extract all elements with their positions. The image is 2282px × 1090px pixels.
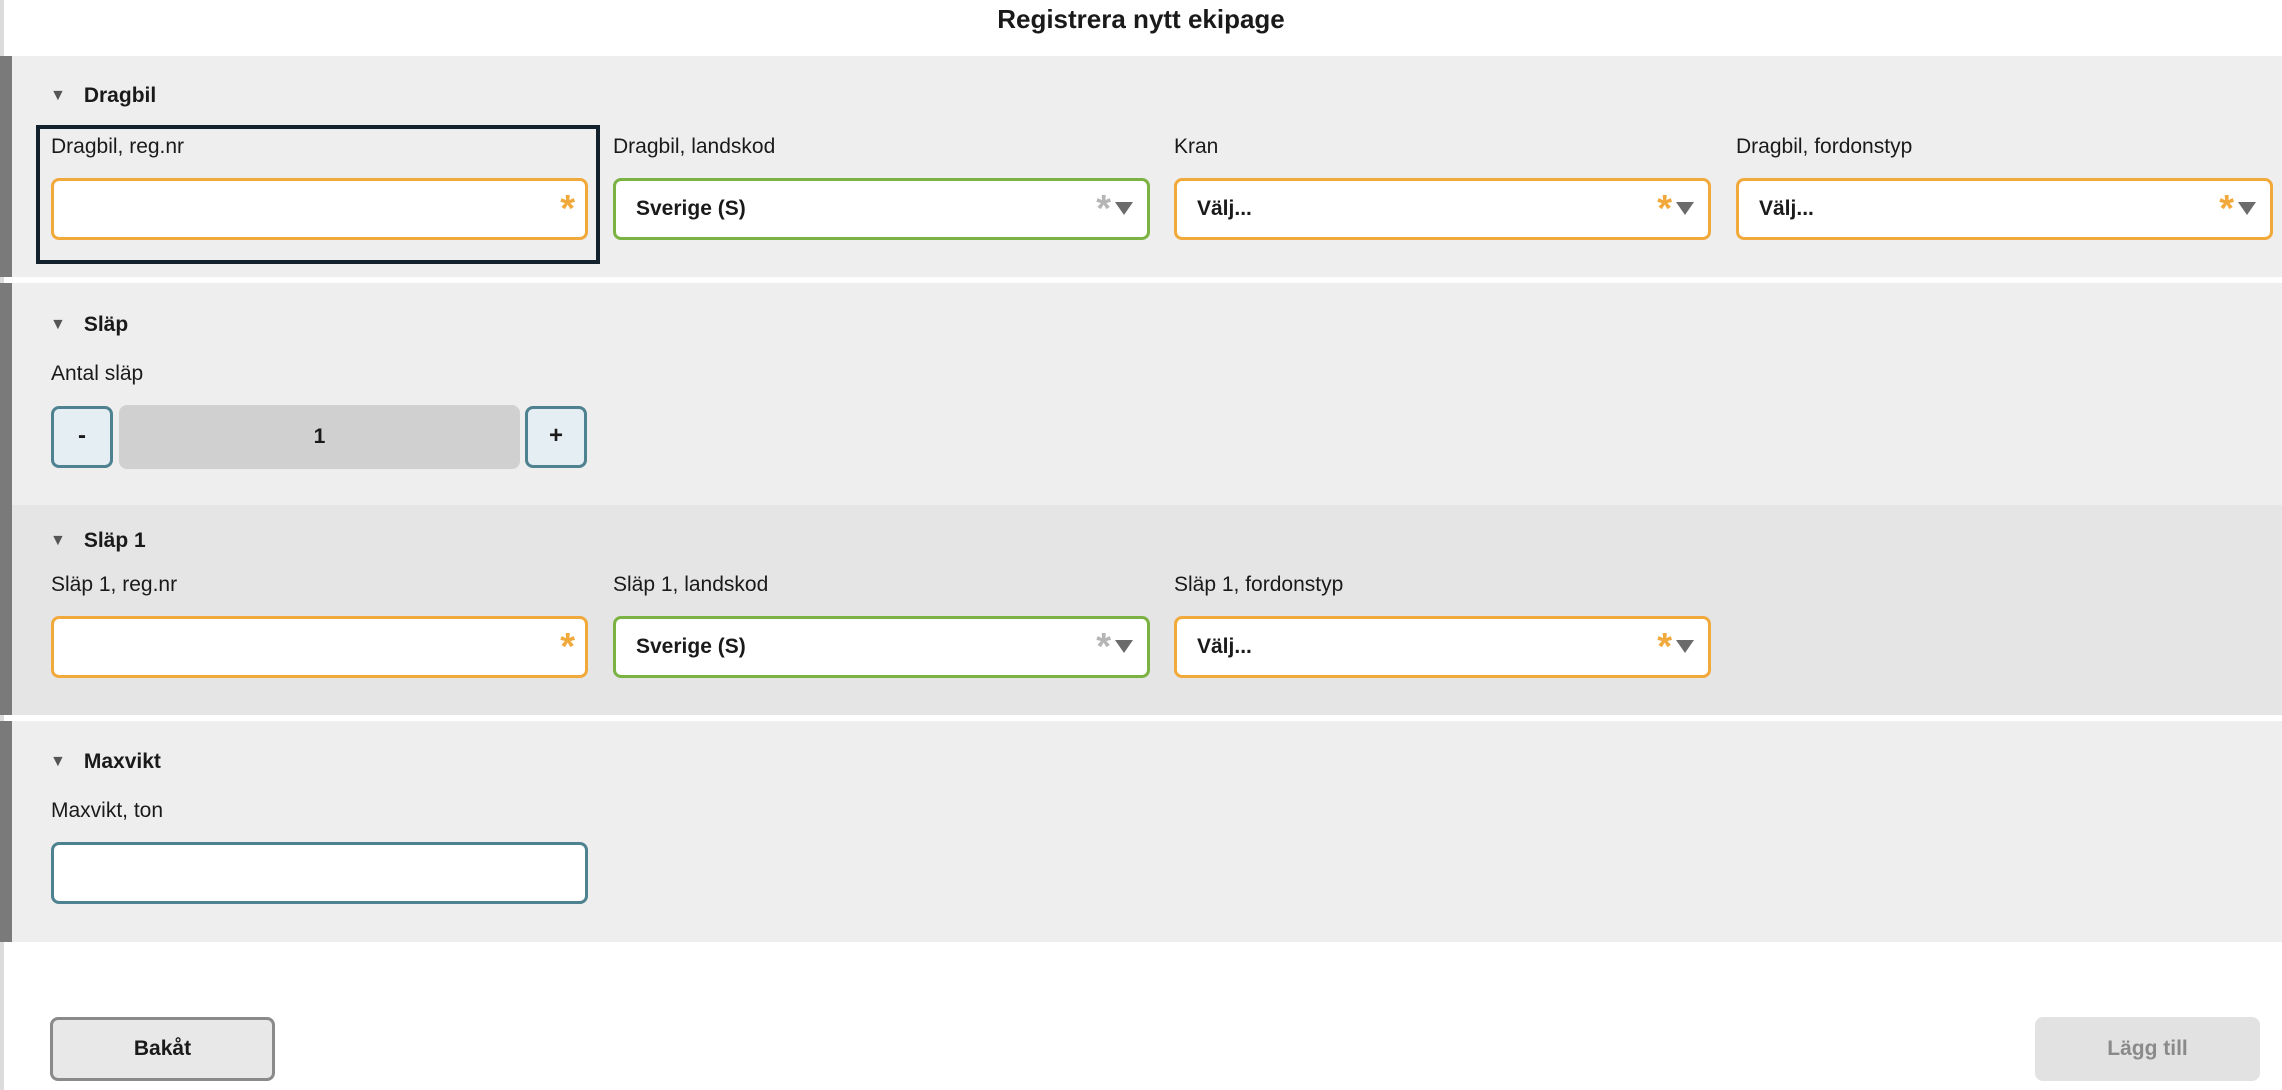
dropdown-arrow-icon (1676, 640, 1694, 653)
section-slap-header[interactable]: ▼ Släp (50, 313, 128, 337)
section-slap-1: ▼ Släp 1 Släp 1, reg.nr * Släp 1, landsk… (0, 505, 2282, 715)
dragbil-landskod-label: Dragbil, landskod (613, 135, 776, 158)
section-maxvikt-title: Maxvikt (83, 750, 161, 773)
dragbil-landskod-select[interactable]: Sverige (S) * (613, 178, 1150, 240)
dropdown-arrow-icon (1115, 640, 1133, 653)
add-button[interactable]: Lägg till (2035, 1017, 2260, 1081)
required-asterisk-icon: * (560, 626, 575, 668)
dragbil-fordonstyp-value: Välj... (1759, 197, 1814, 220)
focus-ring (36, 125, 600, 264)
dropdown-arrow-icon (1676, 202, 1694, 215)
maxvikt-ton-label: Maxvikt, ton (51, 799, 164, 822)
slap1-fordonstyp-select[interactable]: Välj... * (1174, 616, 1711, 678)
antal-slap-value: 1 (119, 405, 520, 469)
required-asterisk-icon: * (2219, 188, 2234, 230)
slap1-regnr-label: Släp 1, reg.nr (51, 573, 178, 596)
dragbil-fordonstyp-label: Dragbil, fordonstyp (1736, 135, 1913, 158)
dragbil-landskod-value: Sverige (S) (636, 197, 746, 220)
section-slap-1-header[interactable]: ▼ Släp 1 (50, 529, 146, 553)
required-asterisk-icon: * (1096, 626, 1111, 668)
slap1-landskod-select[interactable]: Sverige (S) * (613, 616, 1150, 678)
slap1-landskod-value: Sverige (S) (636, 635, 746, 658)
dragbil-fordonstyp-select[interactable]: Välj... * (1736, 178, 2273, 240)
required-asterisk-icon: * (1096, 188, 1111, 230)
section-dragbil-header[interactable]: ▼ Dragbil (50, 84, 156, 108)
kran-label: Kran (1174, 135, 1219, 158)
kran-value: Välj... (1197, 197, 1252, 220)
section-maxvikt-header[interactable]: ▼ Maxvikt (50, 750, 161, 774)
page-title: Registrera nytt ekipage (997, 4, 1285, 34)
slap1-fordonstyp-value: Välj... (1197, 635, 1252, 658)
slap1-regnr-input[interactable]: * (51, 616, 588, 678)
maxvikt-ton-input[interactable] (51, 842, 588, 904)
section-slap: ▼ Släp Antal släp (0, 283, 2282, 505)
required-asterisk-icon: * (1657, 626, 1672, 668)
chevron-down-icon: ▼ (50, 87, 66, 104)
back-button[interactable]: Bakåt (50, 1017, 275, 1081)
slap1-fordonstyp-label: Släp 1, fordonstyp (1174, 573, 1344, 596)
slap1-landskod-label: Släp 1, landskod (613, 573, 769, 596)
antal-slap-label: Antal släp (51, 362, 144, 385)
required-asterisk-icon: * (1657, 188, 1672, 230)
section-slap-title: Släp (83, 313, 129, 336)
decrement-button[interactable]: - (51, 406, 113, 468)
dropdown-arrow-icon (1115, 202, 1133, 215)
increment-button[interactable]: + (525, 406, 587, 468)
chevron-down-icon: ▼ (50, 316, 66, 333)
section-maxvikt: ▼ Maxvikt Maxvikt, ton (0, 721, 2282, 942)
kran-select[interactable]: Välj... * (1174, 178, 1711, 240)
section-slap-1-title: Släp 1 (83, 529, 146, 552)
section-dragbil-title: Dragbil (83, 84, 157, 107)
chevron-down-icon: ▼ (50, 753, 66, 770)
dropdown-arrow-icon (2238, 202, 2256, 215)
chevron-down-icon: ▼ (50, 532, 66, 549)
